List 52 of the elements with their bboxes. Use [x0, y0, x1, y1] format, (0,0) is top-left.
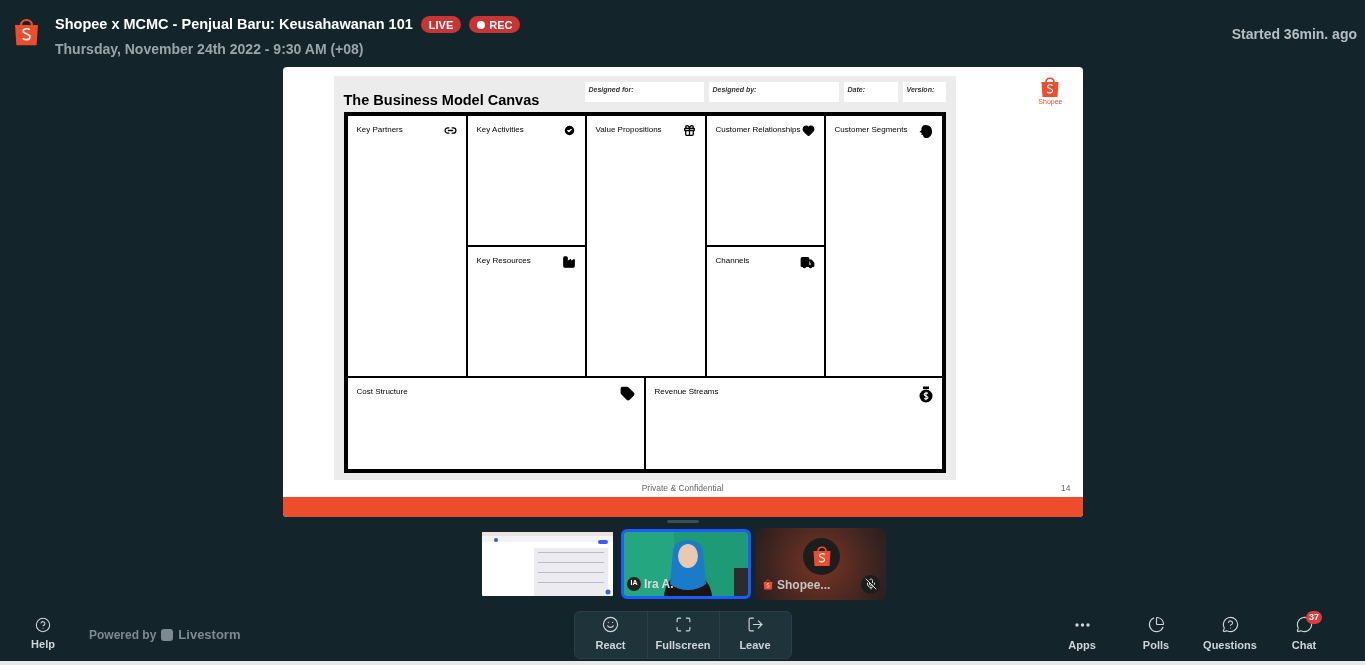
block-label: Revenue Streams: [654, 385, 719, 398]
canvas-title: The Business Model Canvas: [343, 90, 540, 110]
truck-icon: [799, 254, 815, 270]
block-label: Key Partners: [356, 123, 403, 136]
participant-tile[interactable]: Shopee...: [756, 527, 886, 600]
recording-badge: REC: [469, 16, 521, 34]
brand-name: Livestorm: [178, 626, 241, 645]
drag-handle[interactable]: [666, 519, 699, 523]
fullscreen-button[interactable]: Fullscreen: [646, 611, 719, 658]
apps-button[interactable]: Apps: [1045, 610, 1119, 654]
leave-icon: [746, 616, 764, 634]
powered-by-text: Powered by: [89, 626, 157, 644]
event-title: Shopee x MCMC - Penjual Baru: Keusahawanan 101: [55, 15, 413, 34]
fullscreen-icon: [674, 616, 692, 634]
factory-icon: [561, 254, 576, 269]
shopee-icon: [763, 579, 773, 591]
started-time: Started 36min. ago: [1231, 25, 1357, 44]
leave-button[interactable]: Leave: [718, 611, 791, 658]
more-icon: [1074, 622, 1090, 627]
pie-chart-icon: [1147, 616, 1165, 634]
participant-name: Ira A.: [644, 575, 674, 593]
questions-button[interactable]: Questions: [1193, 610, 1267, 654]
chat-button[interactable]: Chat 37: [1267, 610, 1341, 654]
slide-footer-text: Private & Confidential: [641, 481, 724, 495]
page-number: 14: [1061, 481, 1072, 495]
help-icon: [35, 617, 51, 634]
polls-button[interactable]: Polls: [1119, 610, 1193, 654]
tag-icon: [619, 385, 635, 401]
block-label: Channels: [715, 254, 750, 267]
block-label: Cost Structure: [356, 385, 408, 398]
participant-name: Shopee...: [777, 576, 831, 594]
money-bag-icon: [918, 385, 933, 403]
livestorm-logo-icon: [161, 628, 174, 641]
help-button[interactable]: Help: [22, 617, 64, 653]
shopee-avatar-icon: [811, 545, 832, 568]
block-label: Key Activities: [476, 123, 524, 136]
shopee-logo: [1040, 75, 1061, 98]
block-label: Customer Relationships: [715, 123, 801, 136]
head-icon: [917, 123, 933, 139]
smile-icon: [602, 616, 619, 634]
block-label: Value Propositions: [595, 123, 662, 136]
react-button[interactable]: React: [574, 611, 647, 658]
block-label: Key Resources: [476, 254, 531, 267]
unread-count: 37: [1306, 611, 1322, 625]
heart-icon: [801, 123, 815, 137]
question-icon: [1221, 616, 1239, 634]
block-label: Customer Segments: [834, 123, 908, 136]
check-icon: [562, 123, 576, 137]
gift-icon: [682, 123, 696, 137]
shopee-logo: [13, 17, 40, 47]
live-badge: LIVE: [420, 16, 462, 34]
event-date: Thursday, November 24th 2022 - 9:30 AM (+08): [55, 39, 365, 59]
